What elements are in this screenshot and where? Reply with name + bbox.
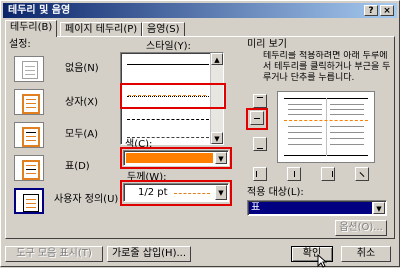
diagonal-border-button[interactable] [355, 167, 369, 181]
setting-grid-label[interactable]: 표(D) [65, 161, 90, 173]
title-bar: 테두리 및 음영 ? × [3, 3, 397, 18]
setting-box-label[interactable]: 상자(X) [65, 97, 98, 109]
setting-custom-label[interactable]: 사용자 정의(U) [54, 194, 118, 206]
setting-none-icon[interactable] [14, 56, 44, 82]
apply-to-label: 적용 대상(L): [247, 187, 304, 198]
options-button[interactable]: 옵션(O)... [335, 220, 387, 236]
tab-borders[interactable]: 테두리(B) [5, 20, 58, 37]
dropdown-arrow-icon[interactable]: ▼ [215, 185, 227, 200]
tab-shading[interactable]: 음영(S) [142, 22, 185, 36]
cancel-button[interactable]: 취소 [341, 246, 391, 262]
help-button[interactable]: ? [364, 5, 378, 16]
style-dashed[interactable] [127, 119, 209, 120]
left-border-button[interactable] [253, 167, 267, 181]
apply-to-value: 표 [249, 202, 372, 214]
style-dash-dot[interactable] [127, 137, 209, 138]
close-button[interactable]: × [380, 5, 394, 16]
preview-header: 미리 보기 [247, 39, 287, 50]
mouse-cursor-icon [317, 254, 327, 268]
inside-vertical-border-button[interactable] [287, 167, 301, 181]
highlight-selected-style [120, 83, 226, 109]
dropdown-arrow-icon[interactable]: ▼ [373, 202, 385, 214]
apply-to-combo[interactable]: 표 ▼ [247, 200, 387, 216]
preview-instructions: 테두리를 적용하려면 아래 두루에서 테두리를 클릭하거나 부근을 두루거나 단… [263, 51, 391, 83]
top-border-button[interactable] [253, 94, 267, 108]
show-toolbar-button[interactable]: 도구 모음 표시(T) [5, 246, 103, 262]
borders-shading-dialog: 테두리 및 음영 ? × 테두리(B) 페이지 테두리(P) 음영(S) 설정:… [0, 0, 400, 268]
horizontal-line-button[interactable]: 가로줄 삽입(H)... [107, 246, 191, 262]
right-border-button[interactable] [321, 167, 335, 181]
setting-grid-icon[interactable] [14, 155, 44, 181]
style-solid[interactable] [127, 64, 209, 65]
setting-none-label[interactable]: 없음(N) [65, 63, 99, 75]
inside-horizontal-border-button[interactable] [250, 111, 264, 125]
setting-box-icon[interactable] [14, 89, 44, 115]
scroll-up-icon[interactable]: ▲ [211, 53, 223, 65]
setting-all-label[interactable]: 모두(A) [65, 129, 98, 141]
scroll-down-icon[interactable]: ▼ [211, 132, 223, 144]
width-combo[interactable]: 1/2 pt ▼ [123, 183, 229, 202]
color-swatch [126, 153, 213, 163]
bottom-border-button[interactable] [253, 137, 267, 151]
preview-area[interactable] [277, 91, 375, 163]
color-combo[interactable]: ▼ [123, 150, 229, 166]
setting-custom-icon[interactable] [14, 188, 44, 214]
width-value: 1/2 pt [138, 187, 168, 198]
tab-page-border[interactable]: 페이지 테두리(P) [60, 22, 143, 36]
setting-all-icon[interactable] [14, 122, 44, 148]
dropdown-arrow-icon[interactable]: ▼ [215, 152, 227, 164]
settings-header: 설정: [9, 39, 31, 50]
window-title: 테두리 및 음영 [8, 5, 71, 16]
